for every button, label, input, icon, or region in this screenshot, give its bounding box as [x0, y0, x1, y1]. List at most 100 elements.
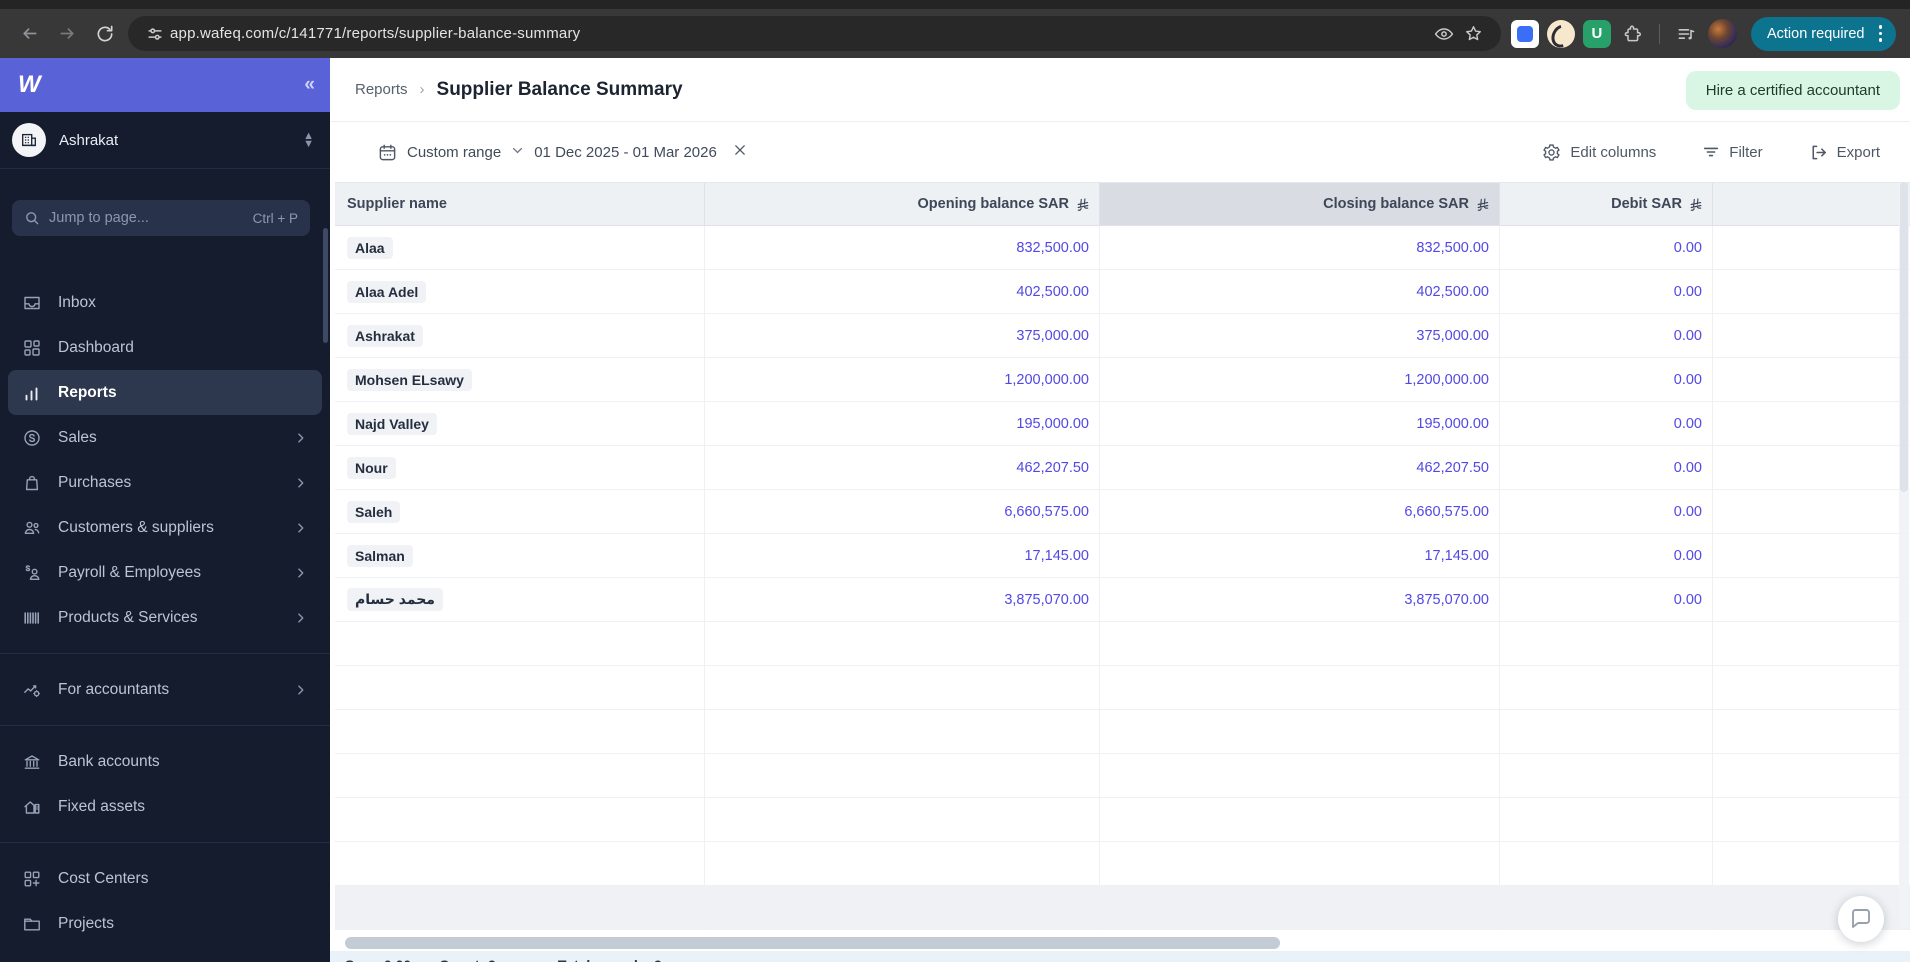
debit-cell[interactable]: 0.00: [1500, 314, 1713, 357]
supplier-name-cell[interactable]: Nour: [335, 446, 705, 489]
empty-table-row[interactable]: [335, 710, 1910, 754]
sidebar-item-inbox[interactable]: Inbox: [8, 280, 322, 325]
extension-green-icon[interactable]: U: [1582, 19, 1611, 48]
date-range-control[interactable]: Custom range 01 Dec 2025 - 01 Mar 2026: [378, 143, 747, 162]
closing-balance-cell[interactable]: 375,000.00: [1100, 314, 1500, 357]
column-header-debit[interactable]: Debit SAR: [1500, 183, 1713, 226]
chat-launcher-button[interactable]: [1838, 896, 1884, 942]
empty-table-row[interactable]: [335, 622, 1910, 666]
sidebar-item-cost-centers[interactable]: Cost Centers: [8, 856, 322, 901]
profile-avatar[interactable]: [1707, 19, 1737, 48]
debit-cell[interactable]: 0.00: [1500, 402, 1713, 445]
filter-button[interactable]: Filter: [1702, 143, 1763, 161]
table-row[interactable]: Mohsen ELsawy 1,200,000.00 1,200,000.00 0.0…: [335, 358, 1910, 402]
debit-cell[interactable]: 0.00: [1500, 270, 1713, 313]
supplier-name-cell[interactable]: Ashrakat: [335, 314, 705, 357]
back-icon[interactable]: [10, 16, 48, 52]
extension-round-icon[interactable]: [1546, 19, 1575, 48]
sidebar-item-sales[interactable]: Sales: [8, 415, 322, 460]
sidebar-item-for-accountants[interactable]: For accountants: [8, 667, 322, 712]
opening-balance-cell[interactable]: 402,500.00: [705, 270, 1100, 313]
closing-balance-cell[interactable]: 1,200,000.00: [1100, 358, 1500, 401]
sidebar-item-reports[interactable]: Reports: [8, 370, 322, 415]
extension-blue-icon[interactable]: [1510, 19, 1539, 48]
table-row[interactable]: Alaa 832,500.00 832,500.00 0.00: [335, 226, 1910, 270]
action-required-button[interactable]: Action required: [1750, 16, 1896, 51]
opening-balance-cell[interactable]: 462,207.50: [705, 446, 1100, 489]
wafeq-logo[interactable]: W: [18, 71, 41, 99]
export-button[interactable]: Export: [1809, 143, 1880, 162]
table-row[interactable]: Alaa Adel 402,500.00 402,500.00 0.00: [335, 270, 1910, 314]
table-row[interactable]: Najd Valley 195,000.00 195,000.00 0.00: [335, 402, 1910, 446]
column-header-closing-balance[interactable]: Closing balance SAR: [1100, 183, 1500, 226]
opening-balance-cell[interactable]: 832,500.00: [705, 226, 1100, 269]
opening-balance-cell[interactable]: 17,145.00: [705, 534, 1100, 577]
forward-icon[interactable]: [48, 16, 86, 52]
empty-table-row[interactable]: [335, 886, 1910, 930]
opening-balance-cell[interactable]: 195,000.00: [705, 402, 1100, 445]
sidebar-item-purchases[interactable]: Purchases: [8, 460, 322, 505]
clear-range-icon[interactable]: [733, 143, 747, 161]
supplier-name-cell[interactable]: Najd Valley: [335, 402, 705, 445]
empty-table-row[interactable]: [335, 666, 1910, 710]
table-row[interactable]: Nour 462,207.50 462,207.50 0.00: [335, 446, 1910, 490]
column-header-opening-balance[interactable]: Opening balance SAR: [705, 183, 1100, 226]
table-row[interactable]: Saleh 6,660,575.00 6,660,575.00 0.00: [335, 490, 1910, 534]
closing-balance-cell[interactable]: 832,500.00: [1100, 226, 1500, 269]
company-selector[interactable]: Ashrakat ▲ ▼: [0, 112, 330, 169]
debit-cell[interactable]: 0.00: [1500, 578, 1713, 621]
table-row[interactable]: Ashrakat 375,000.00 375,000.00 0.00: [335, 314, 1910, 358]
debit-cell[interactable]: 0.00: [1500, 446, 1713, 489]
empty-table-row[interactable]: [335, 842, 1910, 886]
supplier-name-cell[interactable]: Alaa Adel: [335, 270, 705, 313]
sidebar-item-customers-suppliers[interactable]: Customers & suppliers: [8, 505, 322, 550]
closing-balance-cell[interactable]: 3,875,070.00: [1100, 578, 1500, 621]
edit-columns-button[interactable]: Edit columns: [1542, 143, 1656, 162]
debit-cell[interactable]: 0.00: [1500, 490, 1713, 533]
closing-balance-cell[interactable]: 402,500.00: [1100, 270, 1500, 313]
sidebar-item-dashboard[interactable]: Dashboard: [8, 325, 322, 370]
table-row[interactable]: Salman 17,145.00 17,145.00 0.00: [335, 534, 1910, 578]
sidebar-item-products-services[interactable]: Products & Services: [8, 595, 322, 640]
empty-table-row[interactable]: [335, 798, 1910, 842]
eye-icon[interactable]: [1429, 19, 1459, 49]
debit-cell[interactable]: 0.00: [1500, 226, 1713, 269]
vertical-scrollbar[interactable]: [1899, 182, 1909, 929]
browser-menu-icon[interactable]: [1873, 21, 1889, 46]
collapse-sidebar-icon[interactable]: «: [304, 74, 314, 96]
jump-to-page-input[interactable]: Jump to page... Ctrl + P: [12, 200, 310, 236]
address-bar[interactable]: app.wafeq.com/c/141771/reports/supplier-…: [128, 16, 1501, 51]
closing-balance-cell[interactable]: 6,660,575.00: [1100, 490, 1500, 533]
sidebar-item-bank-accounts[interactable]: Bank accounts: [8, 739, 322, 784]
sidebar-item-fixed-assets[interactable]: Fixed assets: [8, 784, 322, 829]
range-type-label[interactable]: Custom range: [407, 144, 501, 161]
bookmark-star-icon[interactable]: [1459, 19, 1489, 49]
opening-balance-cell[interactable]: 1,200,000.00: [705, 358, 1100, 401]
closing-balance-cell[interactable]: 17,145.00: [1100, 534, 1500, 577]
opening-balance-cell[interactable]: 3,875,070.00: [705, 578, 1100, 621]
supplier-name-cell[interactable]: Alaa: [335, 226, 705, 269]
opening-balance-cell[interactable]: 375,000.00: [705, 314, 1100, 357]
extensions-puzzle-icon[interactable]: [1619, 20, 1647, 48]
table-row[interactable]: محمد حسام 3,875,070.00 3,875,070.00 0.00: [335, 578, 1910, 622]
sidebar-item-projects[interactable]: Projects: [8, 901, 322, 946]
supplier-name-cell[interactable]: محمد حسام: [335, 578, 705, 621]
reload-icon[interactable]: [86, 16, 124, 52]
supplier-name-cell[interactable]: Salman: [335, 534, 705, 577]
range-chevron-down-icon[interactable]: [511, 144, 524, 161]
hire-accountant-button[interactable]: Hire a certified accountant: [1685, 71, 1900, 110]
closing-balance-cell[interactable]: 195,000.00: [1100, 402, 1500, 445]
debit-cell[interactable]: 0.00: [1500, 358, 1713, 401]
horizontal-scrollbar-thumb[interactable]: [345, 937, 1280, 949]
debit-cell[interactable]: 0.00: [1500, 534, 1713, 577]
supplier-name-cell[interactable]: Saleh: [335, 490, 705, 533]
empty-table-row[interactable]: [335, 754, 1910, 798]
media-playlist-icon[interactable]: [1672, 20, 1700, 48]
range-value[interactable]: 01 Dec 2025 - 01 Mar 2026: [534, 144, 717, 161]
breadcrumb[interactable]: Reports: [355, 81, 408, 98]
sidebar-item-payroll-employees[interactable]: Payroll & Employees: [8, 550, 322, 595]
site-controls-icon[interactable]: [140, 19, 170, 49]
closing-balance-cell[interactable]: 462,207.50: [1100, 446, 1500, 489]
column-header-supplier-name[interactable]: Supplier name: [335, 183, 705, 226]
opening-balance-cell[interactable]: 6,660,575.00: [705, 490, 1100, 533]
